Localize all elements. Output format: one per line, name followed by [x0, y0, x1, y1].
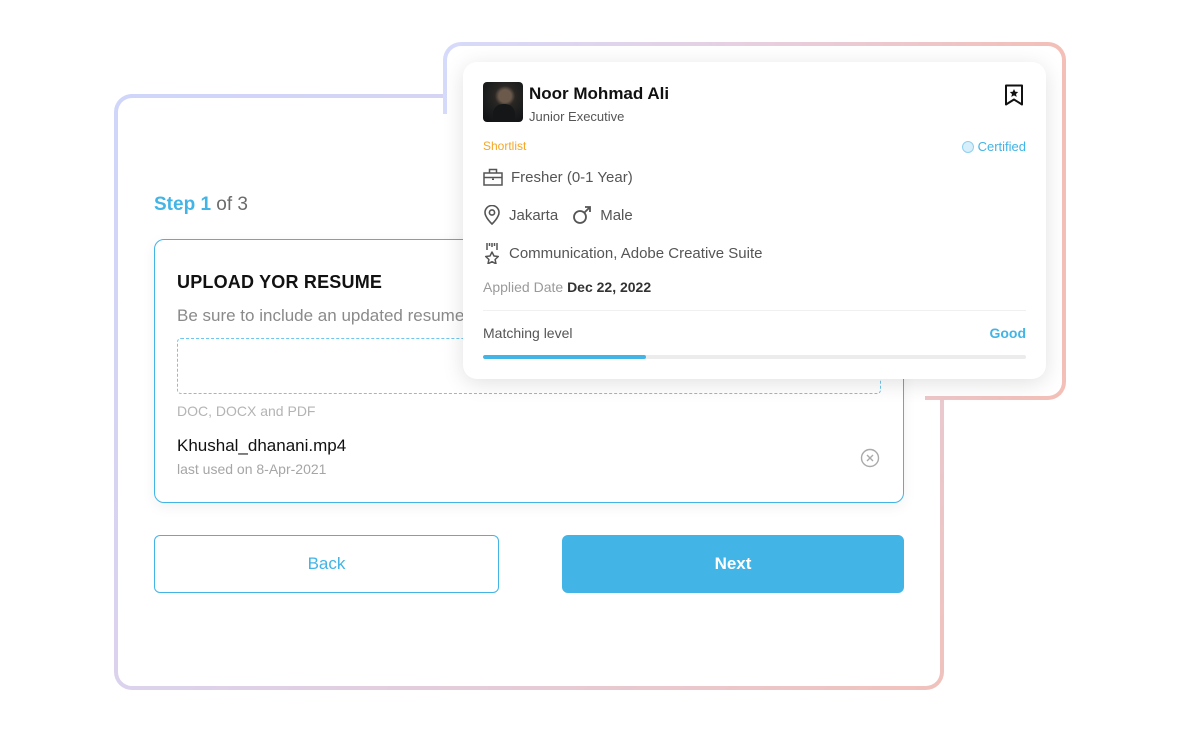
divider — [483, 310, 1026, 311]
matching-progress-bar — [483, 355, 1026, 359]
applied-date-value: Dec 22, 2022 — [567, 279, 652, 295]
allowed-formats: DOC, DOCX and PDF — [177, 403, 316, 419]
applied-date-label: Applied Date — [483, 279, 564, 295]
briefcase-icon — [483, 168, 503, 186]
back-button[interactable]: Back — [154, 535, 499, 593]
upload-description: Be sure to include an updated resume — [177, 306, 465, 325]
candidate-name: Noor Mohmad Ali — [529, 84, 670, 103]
candidate-card[interactable]: Noor Mohmad Ali Junior Executive Shortli… — [463, 62, 1046, 379]
remove-file-button[interactable] — [860, 448, 880, 468]
location-gender-row: Jakarta Male — [483, 205, 633, 225]
candidate-role: Junior Executive — [529, 109, 625, 124]
uploaded-file-name: Khushal_dhanani.mp4 — [177, 436, 347, 455]
skills-row: Communication, Adobe Creative Suite — [483, 242, 762, 264]
uploaded-file-meta: last used on 8-Apr-2021 — [177, 461, 327, 477]
bookmark-star-icon — [1005, 84, 1023, 106]
certified-badge: Certified — [961, 139, 1026, 154]
bookmark-button[interactable] — [1004, 84, 1024, 106]
applied-date: Applied Date Dec 22, 2022 — [483, 279, 651, 295]
matching-level-label: Matching level — [483, 325, 573, 341]
matching-progress-fill — [483, 355, 646, 359]
skills-text: Communication, Adobe Creative Suite — [509, 244, 763, 262]
matching-level-value: Good — [989, 325, 1026, 341]
status-badge: Shortlist — [483, 139, 527, 153]
location-pin-icon — [484, 205, 500, 225]
gender-text: Male — [600, 206, 633, 224]
next-button[interactable]: Next — [562, 535, 904, 593]
upload-title: UPLOAD YOR RESUME — [177, 272, 383, 292]
step-indicator: Step 1 of 3 — [154, 194, 248, 216]
candidate-avatar — [483, 82, 523, 122]
experience-text: Fresher (0-1 Year) — [511, 168, 633, 186]
step-total: of 3 — [211, 194, 249, 215]
step-current: Step 1 — [154, 194, 212, 215]
medal-skills-icon — [484, 243, 500, 264]
certified-label: Certified — [977, 139, 1026, 154]
male-icon — [573, 206, 592, 224]
location-text: Jakarta — [509, 206, 559, 224]
experience-row: Fresher (0-1 Year) — [483, 168, 633, 186]
close-circle-icon — [860, 448, 880, 468]
certified-icon — [961, 140, 974, 153]
